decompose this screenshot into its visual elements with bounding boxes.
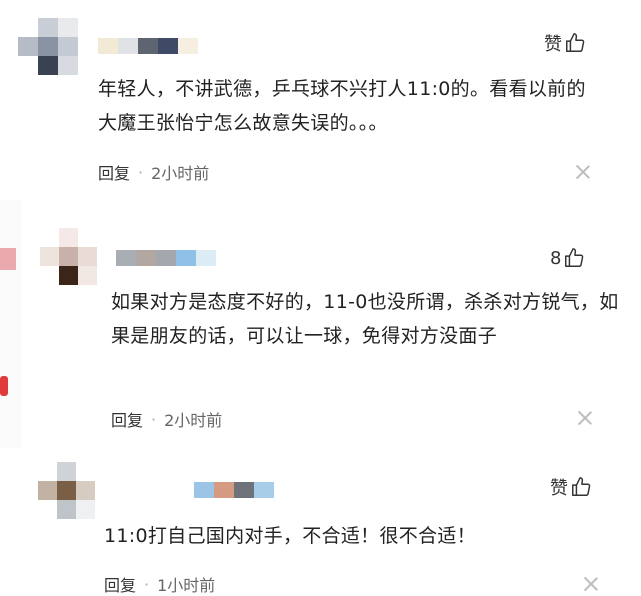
reply-button[interactable]: 回复 (98, 160, 130, 184)
background-fragment (0, 248, 16, 270)
timestamp: 2小时前 (164, 411, 223, 430)
separator-dot: · (151, 409, 157, 429)
comment-card-3: 赞 11:0打自己国内对手，不合适！很不合适！ 回复 · 1小时前 (0, 448, 641, 595)
timestamp: 2小时前 (151, 164, 210, 183)
close-icon[interactable] (583, 576, 599, 592)
like-button[interactable]: 赞 (550, 474, 592, 500)
thumbs-up-icon (565, 248, 584, 267)
comment-text: 年轻人，不讲武德，乒乓球不兴打人11:0的。看看以前的大魔王张怡宁怎么故意失误的… (98, 78, 586, 134)
comment-meta: 回复 · 2小时前 (98, 160, 209, 184)
like-button[interactable]: 8 (550, 247, 585, 269)
comment-meta: 回复 · 1小时前 (104, 572, 215, 596)
timestamp: 1小时前 (157, 576, 216, 595)
separator-dot: · (144, 574, 150, 594)
like-label: 赞 (544, 34, 562, 55)
avatar-blurred[interactable] (18, 18, 78, 75)
background-fragment (0, 376, 8, 396)
thumbs-up-icon (566, 33, 585, 52)
comment-card-1: 赞 年轻人，不讲武德，乒乓球不兴打人11:0的。看看以前的大魔王张怡宁怎么故意失… (0, 0, 641, 200)
thumbs-up-icon (572, 477, 591, 496)
comment-meta: 回复 · 2小时前 (111, 407, 222, 431)
avatar-blurred[interactable] (40, 228, 97, 285)
username-blurred[interactable] (194, 482, 274, 498)
comment-text: 如果对方是态度不好的，11-0也没所谓，杀杀对方锐气，如果是朋友的话，可以让一球… (111, 291, 619, 347)
reply-button[interactable]: 回复 (104, 572, 136, 596)
close-icon[interactable] (575, 164, 591, 180)
comment-text: 11:0打自己国内对手，不合适！很不合适！ (104, 525, 476, 547)
like-count: 8 (550, 247, 562, 269)
like-label: 赞 (550, 478, 568, 499)
username-blurred[interactable] (98, 38, 198, 54)
reply-button[interactable]: 回复 (111, 407, 143, 431)
like-button[interactable]: 赞 (544, 30, 586, 56)
avatar-blurred[interactable] (38, 462, 95, 519)
username-blurred[interactable] (116, 250, 216, 266)
comment-card-2: 8 如果对方是态度不好的，11-0也没所谓，杀杀对方锐气，如果是朋友的话，可以让… (0, 200, 641, 448)
close-icon[interactable] (577, 410, 593, 426)
separator-dot: · (138, 162, 144, 182)
